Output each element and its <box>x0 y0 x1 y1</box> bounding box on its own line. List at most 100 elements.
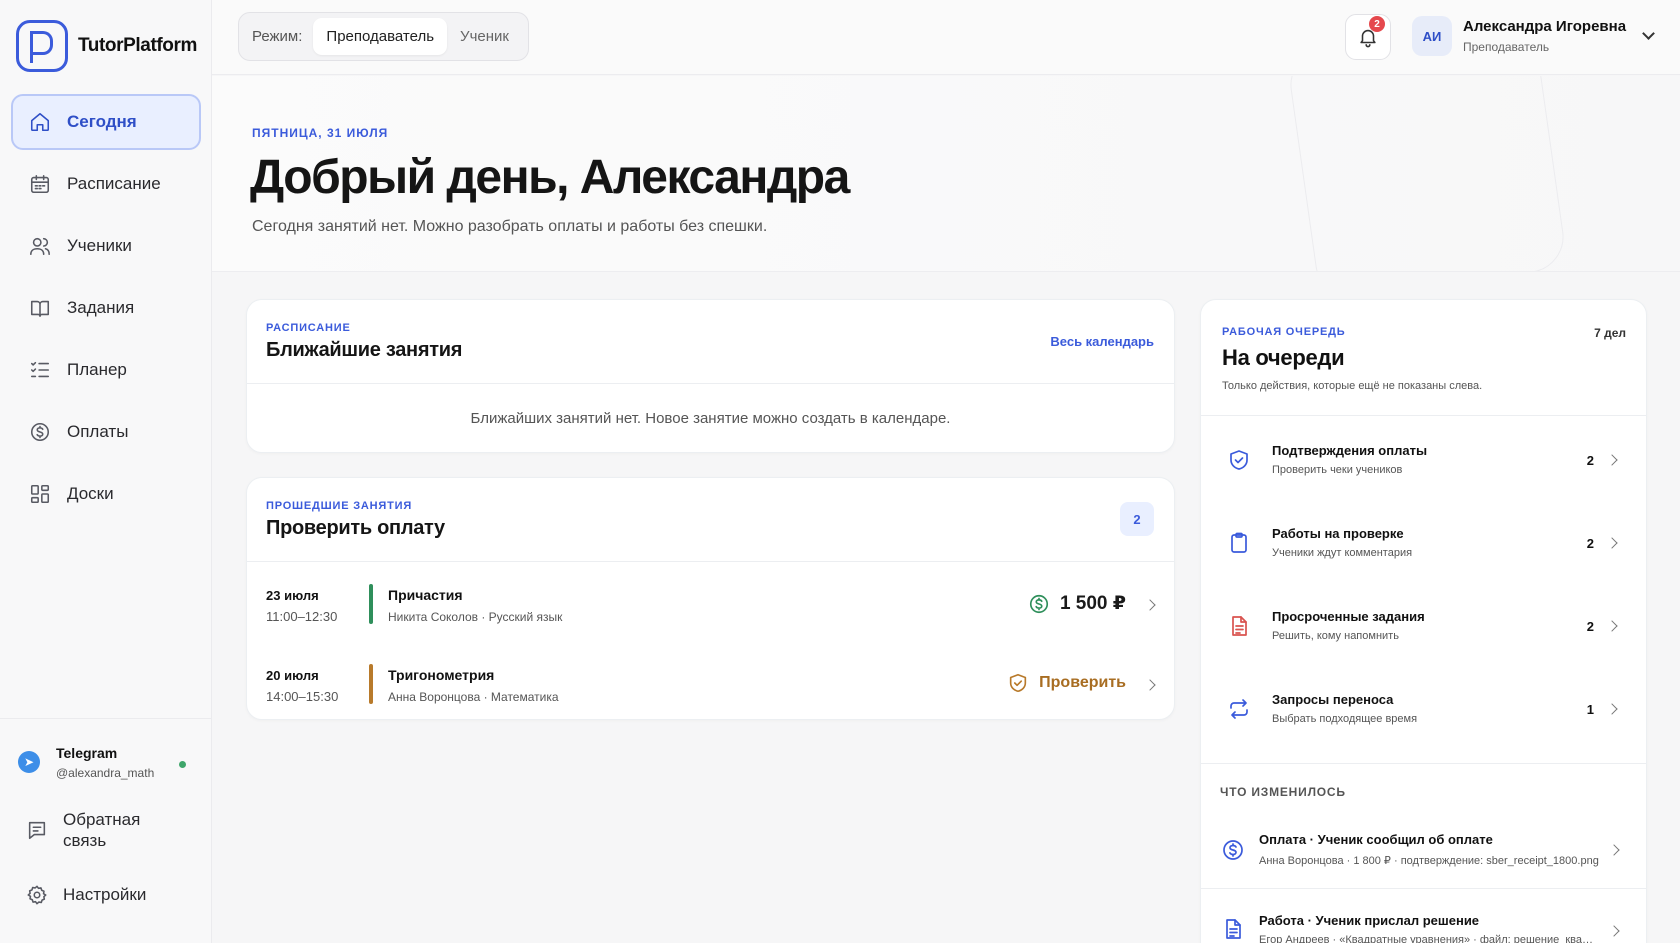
nav-item-assignments[interactable]: Задания <box>11 280 201 336</box>
full-calendar-link[interactable]: Весь календарь <box>1050 334 1154 349</box>
nav-item-label: Ученики <box>67 236 132 255</box>
chevron-right-icon <box>1606 620 1618 632</box>
nav-item-students[interactable]: Ученики <box>11 218 201 274</box>
chevron-down-icon <box>1642 26 1655 40</box>
chevron-right-icon <box>1606 703 1618 715</box>
nav-item-label: Расписание <box>67 174 161 193</box>
change-item-payment[interactable]: Оплата · Ученик сообщил об оплате Анна В… <box>1201 814 1646 894</box>
mode-label: Режим: <box>252 28 303 45</box>
queue-item-subtitle: Ученики ждут комментария <box>1272 547 1413 559</box>
nav-item-schedule[interactable]: Расписание <box>11 156 201 212</box>
notifications-badge: 2 <box>1369 16 1385 32</box>
feedback-label: Обратная связь <box>63 810 141 850</box>
lesson-row[interactable]: 20 июля 14:00–15:30 Тригонометрия Анна В… <box>266 660 1156 719</box>
nav-item-label: Планер <box>67 360 127 379</box>
chevron-right-icon <box>1144 679 1156 691</box>
queue-count: 7 дел <box>1594 326 1626 340</box>
shield-check-icon <box>1227 448 1251 472</box>
count-badge: 2 <box>1120 502 1154 536</box>
nav-item-label: Оплаты <box>67 422 129 441</box>
dollar-icon <box>1029 594 1049 613</box>
queue-item-subtitle: Проверить чеки учеников <box>1272 464 1403 476</box>
change-item-title: Оплата · Ученик сообщил об оплате <box>1259 832 1493 847</box>
users-icon <box>28 234 52 258</box>
nav-item-payments[interactable]: Оплаты <box>11 404 201 460</box>
online-status-dot <box>179 761 186 768</box>
queue-item-reschedule-requests[interactable]: Запросы переноса Выбрать подходящее врем… <box>1201 679 1646 749</box>
nav-item-today[interactable]: Сегодня <box>11 94 201 150</box>
clipboard-icon <box>1227 531 1251 555</box>
lesson-title: Причастия <box>388 587 463 603</box>
mode-student-option[interactable]: Ученик <box>447 18 522 55</box>
grid-icon <box>28 482 52 506</box>
card-title: На очереди <box>1222 345 1345 370</box>
card-title: Ближайшие занятия <box>266 339 463 361</box>
lesson-meta: Анна Воронцова · Математика <box>388 690 559 704</box>
checklist-icon <box>28 358 52 382</box>
chevron-right-icon <box>1608 925 1620 937</box>
lesson-date: 20 июля <box>266 668 319 683</box>
queue-item-count: 2 <box>1586 536 1594 551</box>
message-icon <box>28 821 46 840</box>
shield-check-icon <box>1009 673 1027 693</box>
chevron-right-icon <box>1606 537 1618 549</box>
telegram-handle: @alexandra_math <box>56 766 155 780</box>
telegram-connection[interactable]: ➤ Telegram @alexandra_math <box>18 745 198 780</box>
queue-item-count: 2 <box>1586 453 1594 468</box>
settings-label: Настройки <box>63 885 147 904</box>
lesson-row[interactable]: 23 июля 11:00–12:30 Причастия Никита Сок… <box>266 580 1156 640</box>
queue-item-works-review[interactable]: Работы на проверке Ученики ждут коммента… <box>1201 513 1646 583</box>
nav-item-label: Сегодня <box>67 112 137 131</box>
app-logo[interactable]: TutorPlatform <box>16 20 197 72</box>
payment-amount[interactable]: 1 500 ₽ <box>1028 592 1126 615</box>
avatar: АИ <box>1412 16 1452 56</box>
notifications-button[interactable]: 2 <box>1345 14 1391 60</box>
card-kicker: ПРОШЕДШИЕ ЗАНЯТИЯ <box>266 500 413 512</box>
calendar-icon <box>28 172 52 196</box>
lesson-meta: Никита Соколов · Русский язык <box>388 610 563 624</box>
nav-item-planner[interactable]: Планер <box>11 342 201 398</box>
queue-item-overdue-assignments[interactable]: Просроченные задания Решить, кому напомн… <box>1201 596 1646 666</box>
top-bar: Режим: Преподаватель Ученик 2 АИ Алексан… <box>212 0 1680 75</box>
queue-item-subtitle: Решить, кому напомнить <box>1272 630 1399 642</box>
current-date: ПЯТНИЦА, 31 ИЮЛЯ <box>252 126 389 140</box>
nav-item-label: Доски <box>67 484 114 503</box>
lesson-date: 23 июля <box>266 588 319 603</box>
chevron-right-icon <box>1608 844 1620 856</box>
lesson-time: 11:00–12:30 <box>266 609 338 624</box>
queue-item-subtitle: Выбрать подходящее время <box>1272 713 1418 725</box>
feedback-link[interactable]: Обратная связь <box>26 809 153 851</box>
gear-icon <box>27 885 47 905</box>
repeat-icon <box>1227 697 1251 721</box>
queue-item-payment-confirmations[interactable]: Подтверждения оплаты Проверить чеки учен… <box>1201 430 1646 500</box>
upcoming-lessons-card: РАСПИСАНИЕ Ближайшие занятия Весь календ… <box>246 299 1175 453</box>
lesson-title: Тригонометрия <box>388 667 495 683</box>
dollar-icon <box>28 420 52 444</box>
settings-link[interactable]: Настройки <box>26 884 146 906</box>
nav-item-label: Задания <box>67 298 135 317</box>
telegram-name: Telegram <box>56 745 118 761</box>
document-icon <box>1221 917 1245 941</box>
mode-teacher-option[interactable]: Преподаватель <box>313 18 448 55</box>
subject-color-bar <box>369 664 373 704</box>
empty-state-text: Ближайших занятий нет. Новое занятие мож… <box>470 410 951 427</box>
decorative-shape <box>1285 76 1569 271</box>
change-item-subtitle: Егор Андреев · «Квадратные уравнения» · … <box>1259 934 1599 943</box>
work-queue-card: РАБОЧАЯ ОЧЕРЕДЬ 7 дел На очереди Только … <box>1200 299 1647 943</box>
lesson-time: 14:00–15:30 <box>266 689 339 704</box>
dollar-icon <box>1221 838 1245 862</box>
logo-icon <box>16 20 68 72</box>
changes-section: ЧТО ИЗМЕНИЛОСЬ Оплата · Ученик сообщил о… <box>1201 763 1646 943</box>
card-kicker: РАБОЧАЯ ОЧЕРЕДЬ <box>1222 326 1346 338</box>
card-title: Проверить оплату <box>266 517 445 539</box>
verify-button-label: Проверить <box>1039 674 1126 691</box>
user-menu[interactable]: АИ Александра Игоревна Преподаватель <box>1412 16 1655 56</box>
past-lessons-card: ПРОШЕДШИЕ ЗАНЯТИЯ Проверить оплату 2 23 … <box>246 477 1175 720</box>
card-kicker: РАСПИСАНИЕ <box>266 322 351 334</box>
page-title: Добрый день, Александра <box>250 151 850 204</box>
verify-button[interactable]: Проверить <box>1007 672 1126 694</box>
nav-item-boards[interactable]: Доски <box>11 466 201 522</box>
home-icon <box>28 110 52 134</box>
greeting-section: ПЯТНИЦА, 31 ИЮЛЯ Добрый день, Александра… <box>212 76 1680 272</box>
change-item-work[interactable]: Работа · Ученик прислал решение Егор Анд… <box>1201 888 1646 943</box>
